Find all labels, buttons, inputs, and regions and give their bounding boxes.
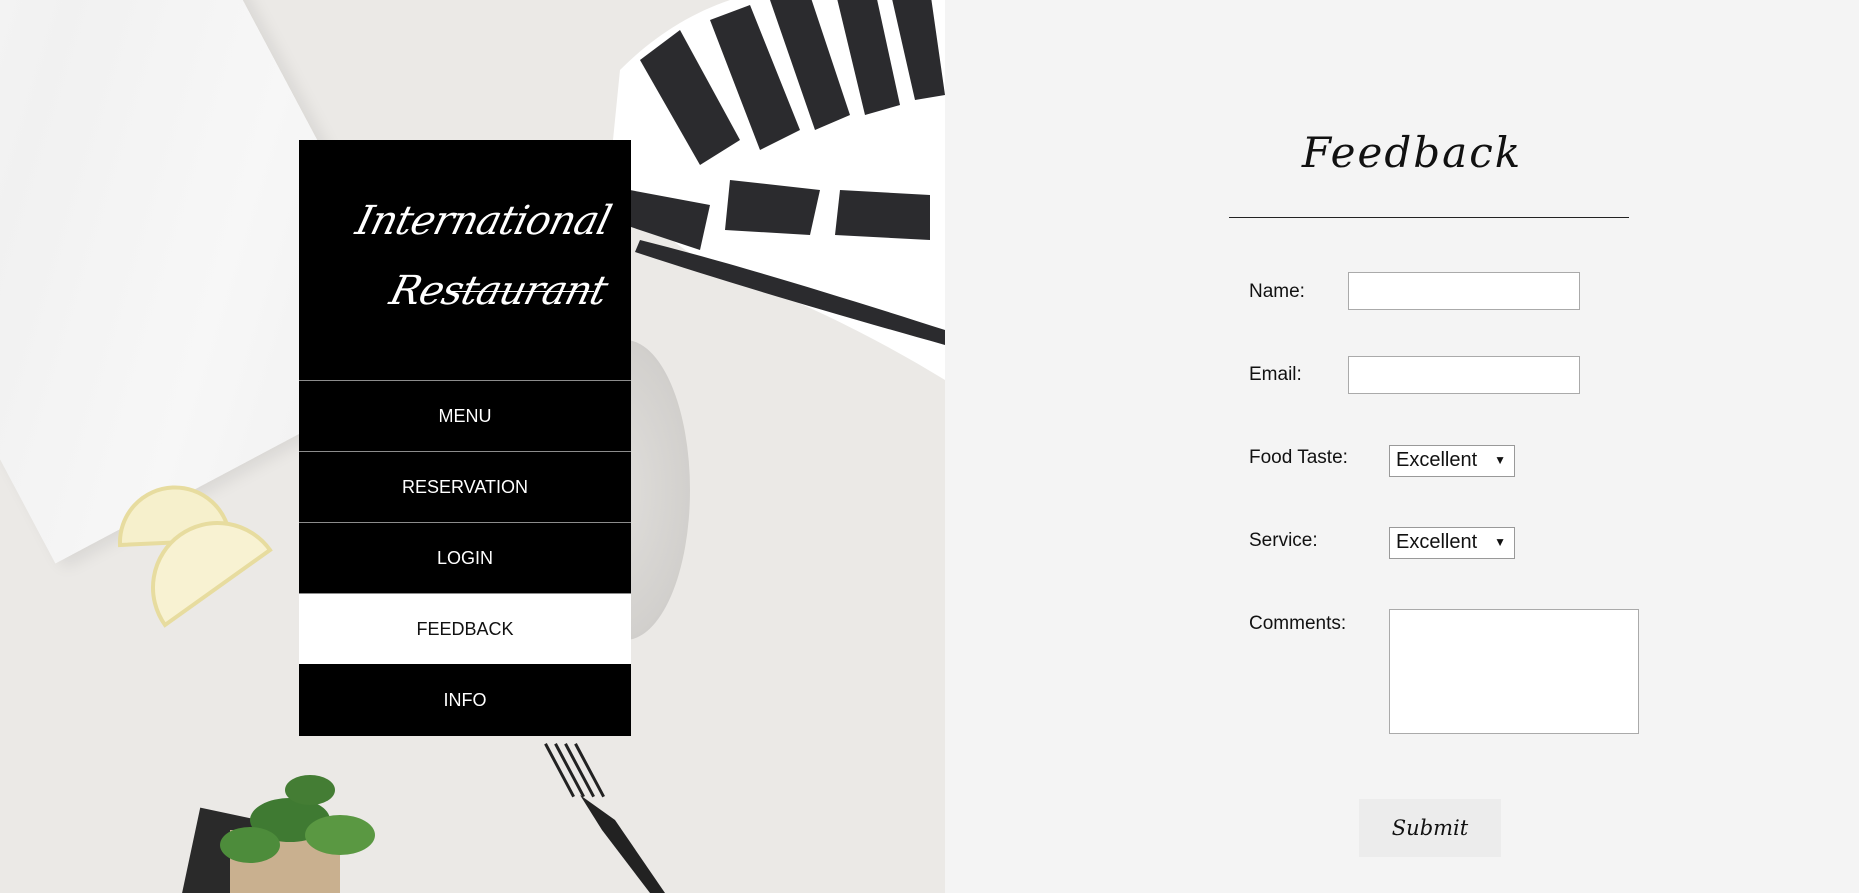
nav-item-menu[interactable]: MENU	[299, 381, 631, 452]
email-label: Email:	[1249, 364, 1302, 385]
comments-label: Comments:	[1249, 613, 1347, 634]
submit-button[interactable]: Submit	[1359, 799, 1501, 857]
food-taste-select[interactable]: Excellent ▼	[1389, 445, 1515, 477]
comments-textarea[interactable]	[1389, 609, 1639, 734]
service-label: Service:	[1249, 530, 1318, 551]
sidebar-nav: International Restaurant MENU RESERVATIO…	[299, 140, 631, 736]
lemon-slices	[117, 485, 273, 628]
title-divider	[1229, 217, 1629, 218]
name-input[interactable]	[1348, 272, 1580, 310]
fork	[544, 743, 665, 893]
nav-item-login[interactable]: LOGIN	[299, 523, 631, 594]
chevron-down-icon: ▼	[1494, 453, 1506, 467]
page: International Restaurant MENU RESERVATIO…	[0, 0, 1859, 893]
logo-line-1: International	[351, 198, 616, 244]
nav-item-feedback[interactable]: FEEDBACK	[299, 594, 631, 665]
service-value: Excellent	[1396, 531, 1478, 553]
logo-underline	[449, 291, 594, 292]
striped-towel	[610, 0, 945, 380]
name-label: Name:	[1249, 281, 1305, 302]
feedback-panel: Feedback Name: Email: Food Taste: Excell…	[945, 0, 1859, 893]
restaurant-logo: International Restaurant	[299, 140, 631, 381]
mint-leaves	[181, 775, 375, 893]
service-select[interactable]: Excellent ▼	[1389, 527, 1515, 559]
food-taste-label: Food Taste:	[1249, 447, 1348, 468]
nav-item-info[interactable]: INFO	[299, 665, 631, 735]
food-taste-value: Excellent	[1396, 449, 1478, 471]
email-input[interactable]	[1348, 356, 1580, 394]
nav-item-reservation[interactable]: RESERVATION	[299, 452, 631, 523]
chevron-down-icon: ▼	[1494, 535, 1506, 549]
page-title: Feedback	[945, 128, 1859, 177]
feedback-title: Feedback	[1301, 128, 1523, 177]
